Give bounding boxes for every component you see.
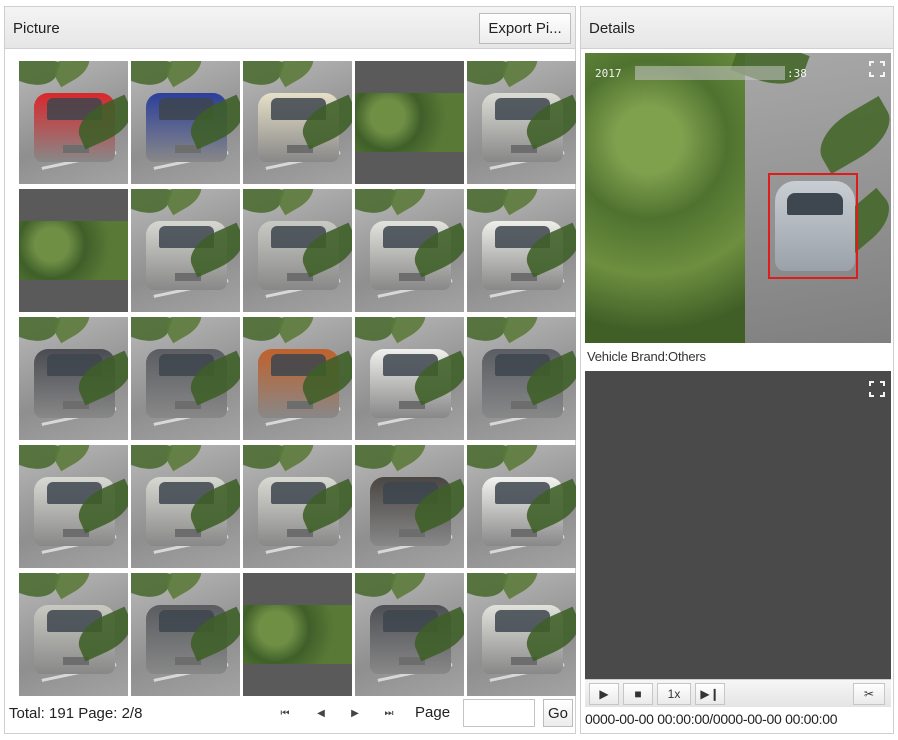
capture-timestamp-start: 2017 xyxy=(595,67,622,80)
thumbnail-item[interactable] xyxy=(19,317,128,440)
video-playback-area[interactable] xyxy=(585,371,891,679)
thumbnail-item[interactable] xyxy=(355,189,464,312)
picture-panel-title: Picture xyxy=(13,20,60,37)
details-panel: Details 2017 :38 Vehicle Brand:Others ▶ … xyxy=(580,6,894,734)
page-number-input[interactable] xyxy=(463,699,535,727)
play-icon: ▶ xyxy=(599,687,609,701)
previous-page-button[interactable]: ◀ xyxy=(311,705,331,721)
stop-icon: ■ xyxy=(634,687,642,701)
thumbnail-item[interactable] xyxy=(355,317,464,440)
thumbnail-item[interactable] xyxy=(19,445,128,568)
thumbnail-item[interactable] xyxy=(467,61,576,184)
image-letterbox xyxy=(19,280,128,312)
skip-last-icon: ⏭ xyxy=(384,707,394,719)
thumbnail-item[interactable] xyxy=(131,189,240,312)
image-letterbox xyxy=(355,152,464,184)
thumbnail-item[interactable] xyxy=(243,61,352,184)
details-panel-title: Details xyxy=(589,20,635,37)
playback-toolbar: ▶ ■ 1x ▶❙ ✂ xyxy=(585,679,891,707)
thumbnail-item[interactable] xyxy=(19,61,128,184)
next-page-button[interactable]: ▶ xyxy=(345,705,365,721)
play-button[interactable]: ▶ xyxy=(589,683,619,705)
thumbnail-item[interactable] xyxy=(243,189,352,312)
thumbnail-item[interactable] xyxy=(243,317,352,440)
hedge-image xyxy=(355,92,464,152)
thumbnail-item[interactable] xyxy=(243,445,352,568)
hedge-image xyxy=(19,220,128,280)
prev-icon: ◀ xyxy=(317,707,325,719)
stop-button[interactable]: ■ xyxy=(623,683,653,705)
export-pictures-button[interactable]: Export Pi... xyxy=(479,13,571,44)
clip-button[interactable]: ✂ xyxy=(853,683,885,705)
first-page-button[interactable]: ⏮ xyxy=(275,705,295,721)
total-page-status: Total: 191 Page: 2/8 xyxy=(9,705,143,722)
speed-button[interactable]: 1x xyxy=(657,683,691,705)
next-icon: ▶ xyxy=(351,707,359,719)
fullscreen-icon[interactable] xyxy=(869,381,885,397)
picture-panel: Picture Export Pi... Total: 191 Page: 2/… xyxy=(4,6,576,734)
fullscreen-icon[interactable] xyxy=(869,61,885,77)
thumbnail-item[interactable] xyxy=(131,573,240,696)
image-letterbox xyxy=(355,61,464,93)
thumbnail-item[interactable] xyxy=(355,573,464,696)
thumbnail-item[interactable] xyxy=(131,61,240,184)
thumbnail-grid xyxy=(19,61,577,697)
thumbnail-item[interactable] xyxy=(467,189,576,312)
thumbnail-item[interactable] xyxy=(131,317,240,440)
timestamp-redaction xyxy=(635,66,785,80)
step-forward-button[interactable]: ▶❙ xyxy=(695,683,725,705)
vehicle-brand-label: Vehicle Brand:Others xyxy=(587,349,706,364)
hedge-area xyxy=(585,53,745,343)
thumbnail-item[interactable] xyxy=(467,445,576,568)
playback-time-range: 0000-00-00 00:00:00/0000-00-00 00:00:00 xyxy=(585,711,838,727)
vehicle-detection-box xyxy=(768,173,858,279)
image-letterbox xyxy=(19,189,128,221)
step-forward-icon: ▶❙ xyxy=(700,687,720,701)
details-panel-header: Details xyxy=(581,7,893,49)
page-label: Page xyxy=(415,704,451,721)
go-button[interactable]: Go xyxy=(543,699,573,727)
picture-panel-header: Picture Export Pi... xyxy=(5,7,575,49)
thumbnail-item[interactable] xyxy=(243,573,352,696)
image-letterbox xyxy=(243,573,352,605)
last-page-button[interactable]: ⏭ xyxy=(379,705,399,721)
skip-first-icon: ⏮ xyxy=(280,707,290,719)
thumbnail-item[interactable] xyxy=(131,445,240,568)
pagination-bar: Total: 191 Page: 2/8 ⏮ ◀ ▶ ⏭ Page Go xyxy=(5,693,575,733)
thumbnail-item[interactable] xyxy=(19,189,128,312)
thumbnail-item[interactable] xyxy=(467,317,576,440)
thumbnail-item[interactable] xyxy=(467,573,576,696)
clip-icon: ✂ xyxy=(863,687,875,701)
captured-image[interactable]: 2017 :38 xyxy=(585,53,891,343)
thumbnail-item[interactable] xyxy=(19,573,128,696)
image-letterbox xyxy=(243,664,352,696)
thumbnail-item[interactable] xyxy=(355,445,464,568)
thumbnail-item[interactable] xyxy=(355,61,464,184)
hedge-image xyxy=(243,604,352,664)
capture-timestamp-end: :38 xyxy=(787,67,807,80)
